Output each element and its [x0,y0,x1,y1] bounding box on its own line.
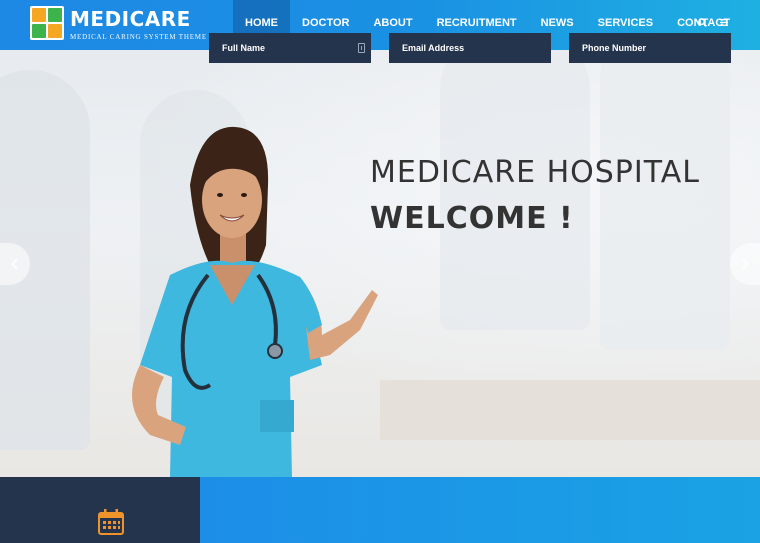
brand-name: MEDICARE [70,7,191,31]
nurse-image [132,126,378,477]
phone-label: Phone Number [582,43,647,53]
hero-heading: MEDICARE HOSPITAL WELCOME ! [370,150,700,242]
site-logo[interactable]: MEDICARE MEDICAL CARING SYSTEM THEME [30,6,207,44]
menu-icon[interactable] [718,14,730,30]
appointment-icon-panel [0,477,200,543]
full-name-field[interactable]: Full Name [209,33,371,63]
slider-next-button[interactable] [730,243,760,285]
brand-tagline: MEDICAL CARING SYSTEM THEME [70,33,207,41]
hero-title-line-1: MEDICARE HOSPITAL [370,155,700,190]
email-label: Email Address [402,43,465,53]
calendar-icon [98,509,124,535]
full-name-label: Full Name [222,43,266,53]
nav-icons [696,14,730,30]
appointment-form-panel [200,477,760,543]
hero-title-line-2: WELCOME ! [370,201,574,236]
logo-grid-icon [30,6,64,40]
chevron-left-icon [11,258,18,270]
id-card-icon [358,43,365,53]
logo-text: MEDICARE MEDICAL CARING SYSTEM THEME [70,8,207,41]
email-field[interactable]: Email Address [389,33,551,63]
background-bed [380,380,760,440]
search-icon[interactable] [696,14,708,30]
chevron-right-icon [742,258,749,270]
hero-slider: MEDICARE HOSPITAL WELCOME ! [0,50,760,477]
phone-field[interactable]: Phone Number [569,33,731,63]
appointment-bar [0,477,760,543]
